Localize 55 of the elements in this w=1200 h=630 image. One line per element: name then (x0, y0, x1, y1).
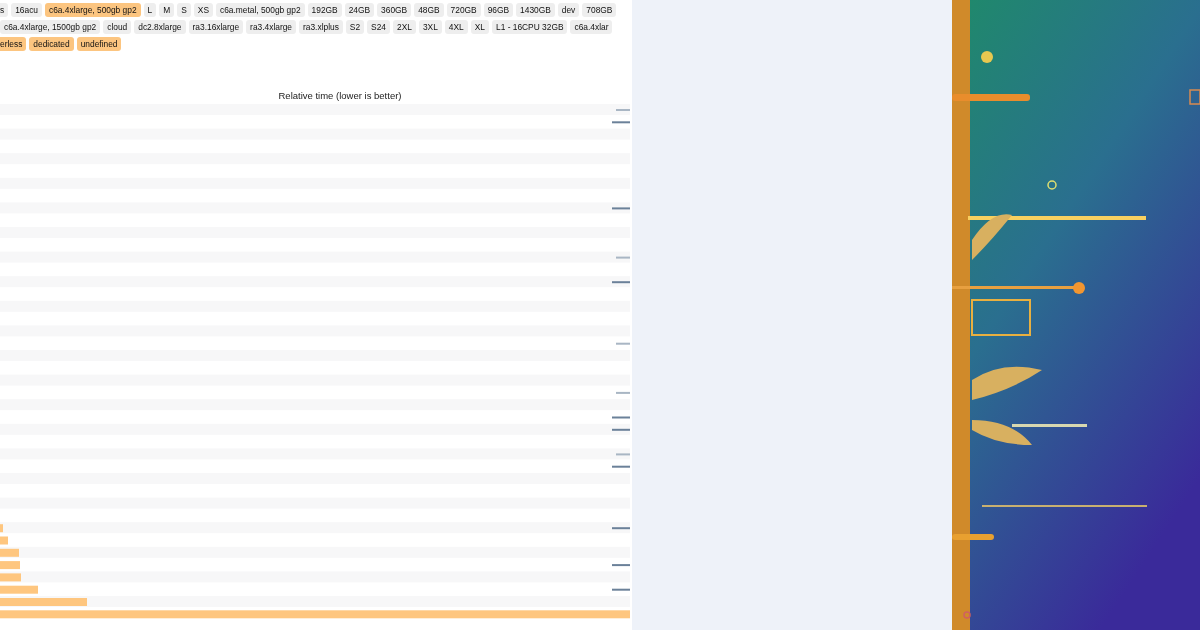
filter-tag[interactable]: 16acu (11, 3, 42, 17)
filter-tag[interactable]: c6a.4xlarge, 500gb gp2 (45, 3, 141, 17)
filter-tag[interactable]: ra3.xlplus (299, 20, 343, 34)
filter-tag[interactable]: 1430GB (516, 3, 555, 17)
filter-tag[interactable]: c6a.metal, 500gb gp2 (216, 3, 305, 17)
filter-tag[interactable]: ra3.16xlarge (188, 20, 244, 34)
filter-tag[interactable]: dedicated (29, 37, 74, 51)
bar (0, 585, 38, 594)
filter-tag[interactable]: cloud (103, 20, 132, 34)
chart-title: Relative time (lower is better) (277, 90, 403, 101)
filter-tag[interactable]: L (143, 3, 157, 17)
range-mark (612, 588, 630, 591)
range-mark (612, 465, 630, 468)
range-mark (616, 256, 630, 259)
filter-tag[interactable]: 4XL (444, 20, 468, 34)
filter-tag[interactable]: 360GB (377, 3, 412, 17)
range-mark (612, 121, 630, 124)
filter-tag[interactable]: 708GB (582, 3, 617, 17)
filter-tag[interactable]: S2 (345, 20, 365, 34)
filter-tag[interactable]: 2XL (393, 20, 416, 34)
filter-tag[interactable]: 192GB (307, 3, 342, 17)
filter-tag[interactable]: erless (0, 37, 27, 51)
filter-tag[interactable]: 48GB (414, 3, 444, 17)
range-mark (616, 391, 630, 394)
bar (0, 573, 21, 582)
bar (0, 561, 20, 570)
bar (0, 536, 8, 545)
filter-tag[interactable]: dc2.8xlarge (134, 20, 186, 34)
filter-tag[interactable]: XS (193, 3, 213, 17)
range-mark (612, 416, 630, 419)
range-mark (616, 342, 630, 345)
filter-tag[interactable]: 24GB (344, 3, 375, 17)
filter-tag[interactable]: 3XL (418, 20, 442, 34)
filter-tag[interactable]: M (159, 3, 175, 17)
range-mark (612, 564, 630, 567)
filter-tag[interactable]: 96GB (483, 3, 514, 17)
filter-tag[interactable]: s (0, 3, 9, 17)
filter-tag[interactable]: c6a.4xlarge, 1500gb gp2 (0, 20, 101, 34)
filter-tag[interactable]: c6a.4xlar (570, 20, 613, 34)
range-mark (612, 207, 630, 210)
filter-tag[interactable]: undefined (76, 37, 122, 51)
filter-tag[interactable]: S (177, 3, 191, 17)
filter-tag[interactable]: XL (470, 20, 489, 34)
range-mark (616, 109, 630, 111)
filter-tag[interactable]: dev (557, 3, 580, 17)
range-mark (612, 281, 630, 284)
range-mark (612, 428, 630, 431)
bar (0, 548, 19, 557)
filter-tag[interactable]: L1 - 16CPU 32GB (492, 20, 568, 34)
range-mark (616, 453, 630, 456)
bar (0, 524, 3, 533)
filter-tag[interactable]: 720GB (446, 3, 481, 17)
filter-tag[interactable]: ra3.4xlarge (246, 20, 296, 34)
filter-tag[interactable]: S24 (367, 20, 390, 34)
range-mark (612, 527, 630, 530)
